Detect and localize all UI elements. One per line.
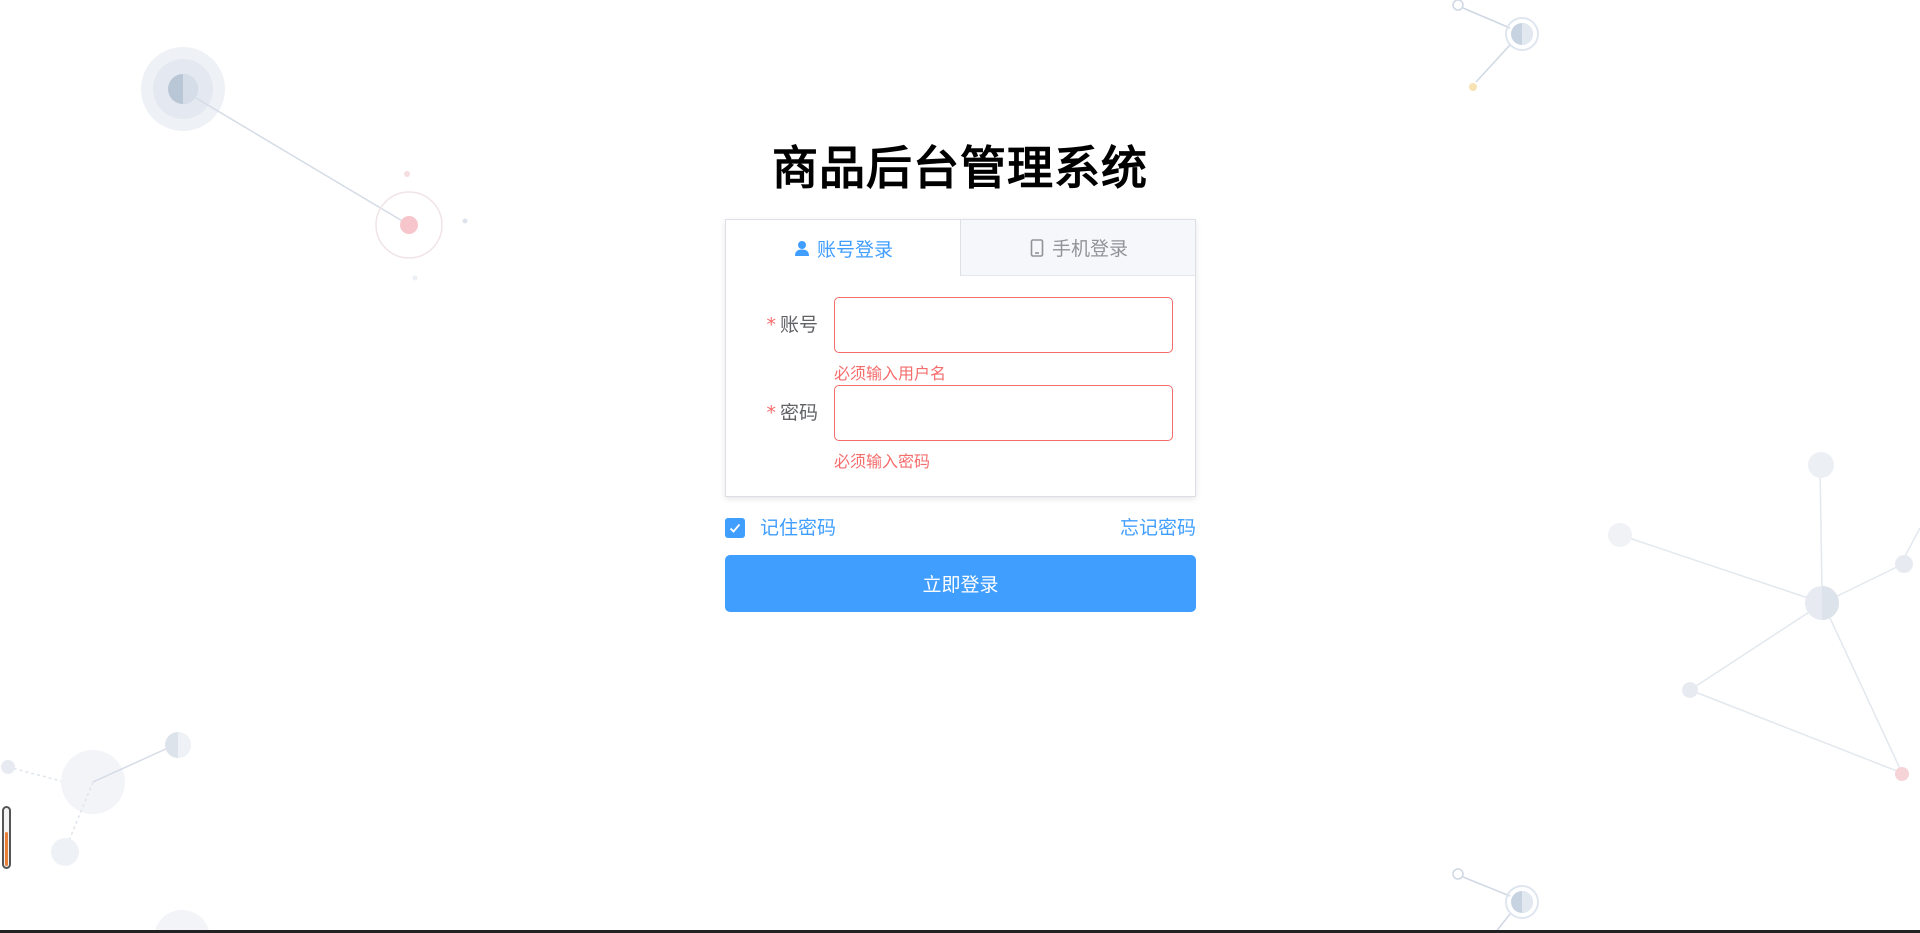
tab-account-login[interactable]: 账号登录 xyxy=(726,220,961,276)
remember-password-label[interactable]: 记住密码 xyxy=(760,515,836,541)
molecule-bottom-right xyxy=(1452,868,1539,933)
required-mark: * xyxy=(766,314,776,336)
account-label-text: 账号 xyxy=(779,314,818,336)
user-icon xyxy=(793,239,811,257)
tab-phone-login[interactable]: 手机登录 xyxy=(961,220,1195,276)
login-button[interactable]: 立即登录 xyxy=(725,555,1196,612)
checkmark-icon xyxy=(729,523,741,533)
login-page: 商品后台管理系统 账号登录 手机登录 * 账号 必须输入用户名 * 密码 必须输… xyxy=(0,0,1920,933)
remember-password-checkbox[interactable] xyxy=(725,518,745,538)
password-label: * 密码 xyxy=(762,385,818,441)
side-scroll-handle-fill xyxy=(5,832,8,866)
molecule-right xyxy=(1608,452,1920,781)
login-options-row: 记住密码 忘记密码 xyxy=(725,515,1196,541)
required-mark: * xyxy=(766,402,776,424)
login-card: 账号登录 手机登录 * 账号 必须输入用户名 * 密码 必须输入密码 xyxy=(725,219,1196,497)
page-title: 商品后台管理系统 xyxy=(772,141,1148,195)
mobile-phone-icon xyxy=(1028,238,1046,257)
molecule-bottom-left xyxy=(1,732,210,933)
account-error-message: 必须输入用户名 xyxy=(834,364,947,383)
password-error-message: 必须输入密码 xyxy=(834,452,931,471)
tab-phone-login-label: 手机登录 xyxy=(1051,238,1128,260)
account-label: * 账号 xyxy=(762,297,818,353)
tab-account-login-label: 账号登录 xyxy=(816,238,893,261)
login-tabs: 账号登录 手机登录 xyxy=(726,220,1195,276)
password-label-text: 密码 xyxy=(779,402,818,424)
molecule-top-right xyxy=(1452,0,1539,91)
account-input[interactable] xyxy=(834,297,1173,353)
side-scroll-handle[interactable] xyxy=(2,806,11,869)
forgot-password-link[interactable]: 忘记密码 xyxy=(1120,515,1196,541)
password-input[interactable] xyxy=(834,385,1173,441)
